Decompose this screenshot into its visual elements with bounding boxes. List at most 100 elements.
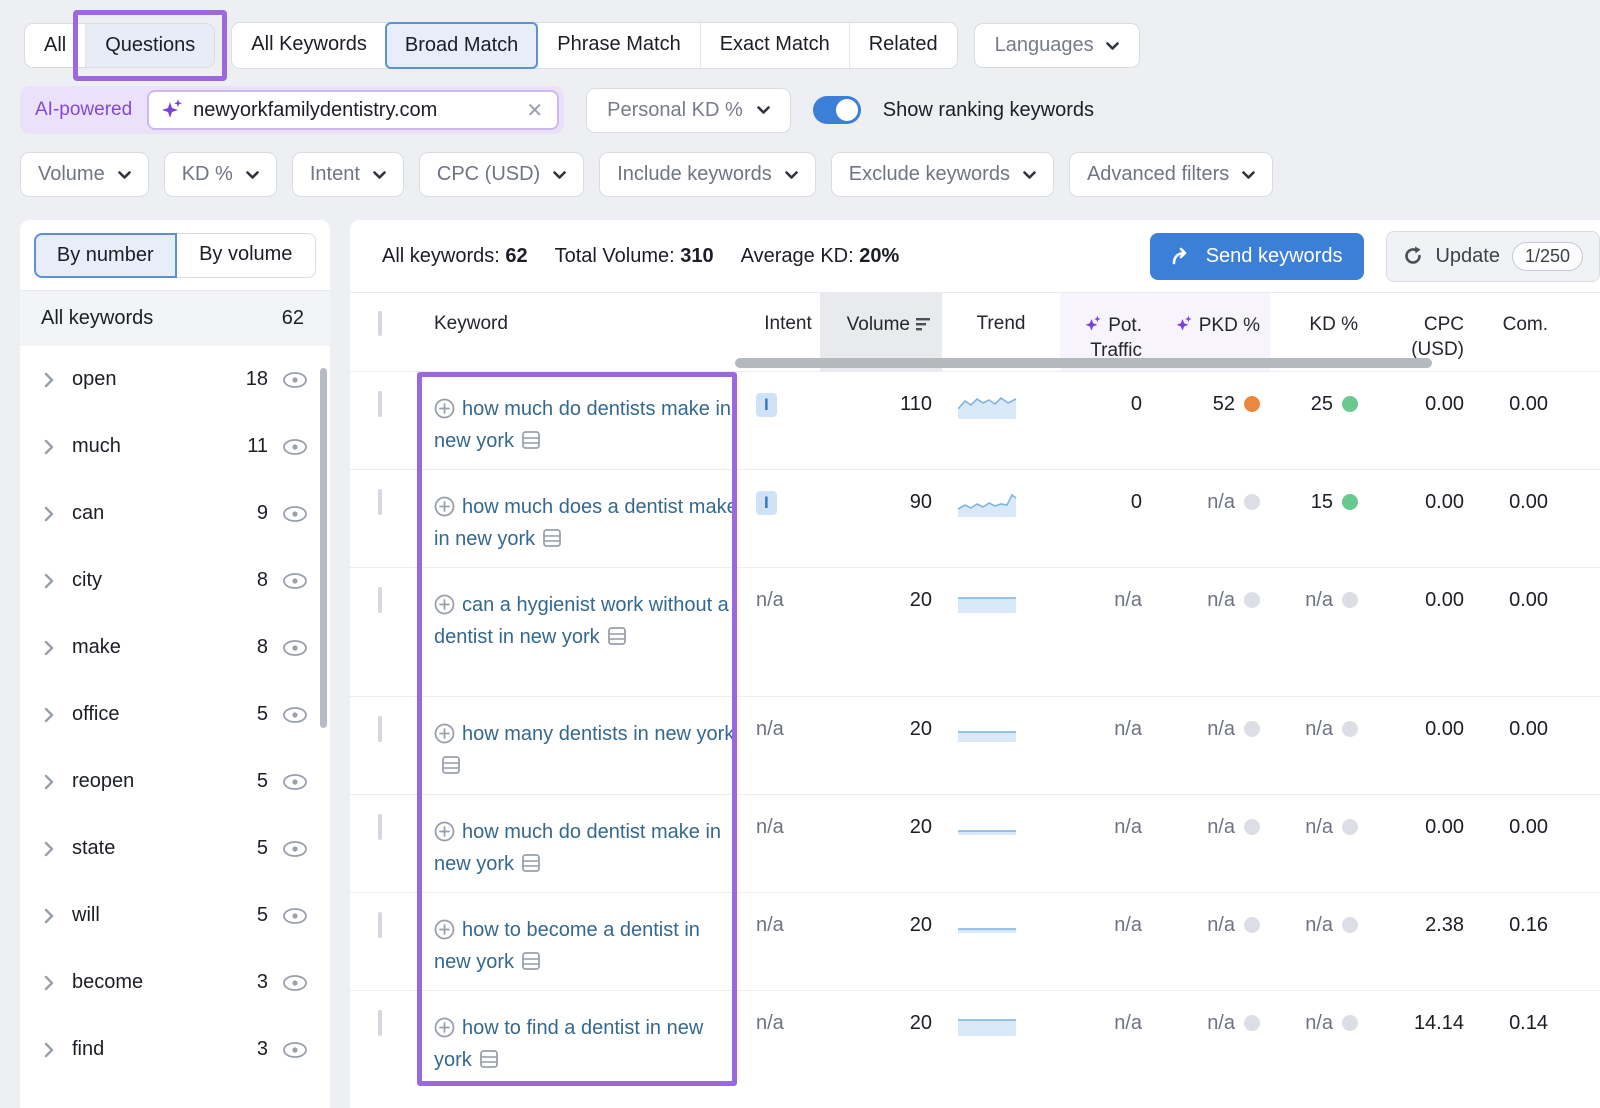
- table-row: how much does a dentist make in new york…: [350, 469, 1600, 567]
- add-keyword-icon[interactable]: [434, 398, 455, 419]
- sidebar-item-state[interactable]: state 5: [20, 815, 330, 882]
- keyword-link[interactable]: how to find a dentist in new york: [434, 1017, 703, 1071]
- tab-broad-match[interactable]: Broad Match: [385, 22, 538, 69]
- sidebar-item-office[interactable]: office 5: [20, 681, 330, 748]
- sidebar-item-much[interactable]: much 11: [20, 413, 330, 480]
- eye-icon[interactable]: [282, 773, 308, 791]
- select-all-checkbox[interactable]: [378, 311, 382, 336]
- sidebar-item-become[interactable]: become 3: [20, 949, 330, 1016]
- keyword-link[interactable]: how much does a dentist make in new york: [434, 496, 738, 550]
- row-checkbox[interactable]: [378, 489, 382, 515]
- tab-phrase-match[interactable]: Phrase Match: [537, 23, 699, 68]
- eye-icon[interactable]: [282, 1041, 308, 1059]
- tab-all[interactable]: All: [25, 24, 85, 67]
- eye-icon[interactable]: [282, 371, 308, 389]
- row-checkbox[interactable]: [378, 1010, 382, 1036]
- sidebar-item-find[interactable]: find 3: [20, 1016, 330, 1083]
- row-checkbox[interactable]: [378, 716, 382, 742]
- tab-exact-match[interactable]: Exact Match: [700, 23, 849, 68]
- show-ranking-toggle[interactable]: [813, 96, 861, 124]
- chevron-right-icon: [44, 372, 54, 388]
- group-label: can: [72, 502, 257, 525]
- chevron-down-icon: [757, 106, 770, 114]
- send-keywords-button[interactable]: Send keywords: [1150, 233, 1365, 280]
- intent-na: n/a: [756, 718, 784, 740]
- add-keyword-icon[interactable]: [434, 496, 455, 517]
- eye-icon[interactable]: [282, 840, 308, 858]
- com-value: 0.00: [1474, 372, 1558, 469]
- eye-icon[interactable]: [282, 639, 308, 657]
- eye-icon[interactable]: [282, 706, 308, 724]
- row-checkbox[interactable]: [378, 391, 382, 417]
- tab-by-number[interactable]: By number: [34, 233, 177, 278]
- sidebar-item-will[interactable]: will 5: [20, 882, 330, 949]
- eye-icon[interactable]: [282, 907, 308, 925]
- update-quota-badge: 1/250: [1512, 242, 1583, 271]
- filter-intent[interactable]: Intent: [292, 152, 404, 197]
- keyword-link[interactable]: how much do dentist make in new york: [434, 821, 721, 875]
- pkd-value: n/a: [1152, 568, 1270, 696]
- add-keyword-icon[interactable]: [434, 594, 455, 615]
- filter-volume[interactable]: Volume: [20, 152, 149, 197]
- horizontal-scrollbar[interactable]: [735, 358, 1432, 368]
- chevron-down-icon: [785, 171, 798, 179]
- personal-kd-dropdown[interactable]: Personal KD %: [586, 88, 791, 133]
- eye-icon[interactable]: [282, 974, 308, 992]
- add-keyword-icon[interactable]: [434, 919, 455, 940]
- match-type-tabs: All Questions All Keywords Broad Match P…: [24, 22, 1140, 69]
- eye-icon[interactable]: [282, 505, 308, 523]
- search-box[interactable]: ✕: [147, 90, 559, 130]
- sidebar-item-all-keywords[interactable]: All keywords 62: [20, 291, 330, 346]
- update-button[interactable]: Update 1/250: [1386, 231, 1600, 282]
- tab-by-volume[interactable]: By volume: [177, 233, 317, 278]
- close-icon[interactable]: ✕: [524, 98, 545, 123]
- eye-icon[interactable]: [282, 438, 308, 456]
- filter-cpc[interactable]: CPC (USD): [419, 152, 584, 197]
- eye-icon[interactable]: [282, 572, 308, 590]
- filter-kd[interactable]: KD %: [164, 152, 277, 197]
- filter-include-keywords[interactable]: Include keywords: [599, 152, 816, 197]
- keyword-link[interactable]: can a hygienist work without a dentist i…: [434, 594, 729, 648]
- filter-advanced[interactable]: Advanced filters: [1069, 152, 1273, 197]
- tab-related[interactable]: Related: [849, 23, 957, 68]
- group-label: find: [72, 1038, 257, 1061]
- sidebar-item-can[interactable]: can 9: [20, 480, 330, 547]
- pot-traffic-value: 0: [1060, 372, 1152, 469]
- chevron-right-icon: [44, 640, 54, 656]
- group-label: make: [72, 636, 257, 659]
- row-checkbox[interactable]: [378, 814, 382, 840]
- add-keyword-icon[interactable]: [434, 1017, 455, 1038]
- tab-questions-label: Questions: [105, 34, 195, 56]
- filter-exclude-keywords[interactable]: Exclude keywords: [831, 152, 1054, 197]
- summary-bar: All keywords: 62 Total Volume: 310 Avera…: [350, 220, 1600, 293]
- pot-traffic-value: n/a: [1060, 795, 1152, 892]
- languages-dropdown[interactable]: Languages: [974, 23, 1140, 68]
- chevron-down-icon: [246, 171, 259, 179]
- intent-na: n/a: [756, 816, 784, 838]
- com-value: 0.14: [1474, 991, 1558, 1100]
- search-input[interactable]: [193, 99, 524, 122]
- row-checkbox[interactable]: [378, 587, 382, 613]
- sidebar-item-make[interactable]: make 8: [20, 614, 330, 681]
- col-keyword: Keyword: [434, 293, 756, 371]
- keyword-link[interactable]: how many dentists in new york: [434, 723, 734, 777]
- add-keyword-icon[interactable]: [434, 821, 455, 842]
- show-ranking-label: Show ranking keywords: [883, 99, 1094, 122]
- keyword-link[interactable]: how much do dentists make in new york: [434, 398, 731, 452]
- sidebar-item-open[interactable]: open 18: [20, 346, 330, 413]
- row-checkbox[interactable]: [378, 912, 382, 938]
- tab-all-keywords[interactable]: All Keywords: [232, 23, 386, 68]
- add-keyword-icon[interactable]: [434, 723, 455, 744]
- chevron-right-icon: [44, 841, 54, 857]
- group-label: office: [72, 703, 257, 726]
- tab-questions[interactable]: Questions: [85, 24, 214, 67]
- toggle-knob: [836, 99, 858, 121]
- group-list: All keywords 62 open 18 much 11 can 9 ci…: [20, 291, 330, 1083]
- sidebar-item-city[interactable]: city 8: [20, 547, 330, 614]
- keyword-link[interactable]: how to become a dentist in new york: [434, 919, 700, 973]
- pkd-value: n/a: [1152, 470, 1270, 567]
- sidebar-item-reopen[interactable]: reopen 5: [20, 748, 330, 815]
- sidebar-scrollbar[interactable]: [320, 368, 327, 728]
- kd-value: n/a: [1270, 991, 1368, 1100]
- volume-value: 20: [820, 795, 942, 892]
